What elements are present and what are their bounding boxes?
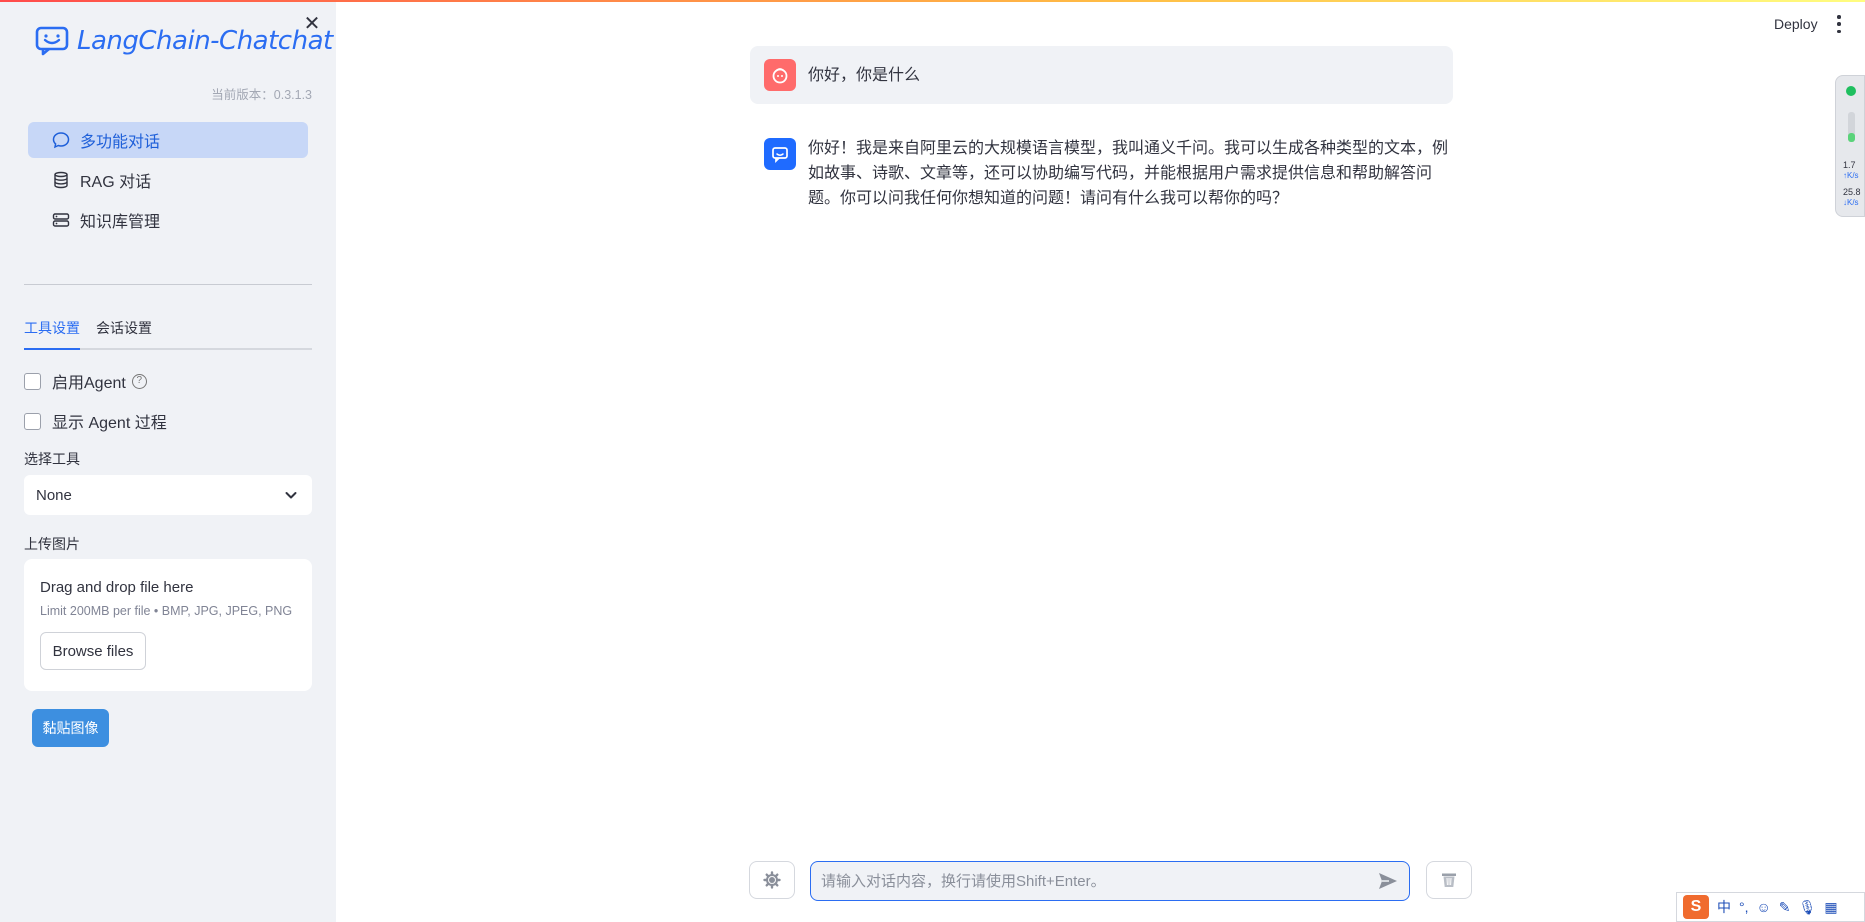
chat-settings-button[interactable] [749,861,795,899]
gear-icon [763,871,781,889]
sidebar-item-rag-chat[interactable]: RAG 对话 [28,162,308,198]
storage-icon [52,213,70,227]
app-logo: LangChain-Chatchat [35,26,333,56]
select-tool-label: 选择工具 [24,451,80,467]
microphone-icon[interactable]: 🎙 [1799,899,1817,916]
app-logo-text: LangChain-Chatchat [77,26,333,56]
assistant-avatar [764,138,796,170]
chat-input[interactable] [821,872,1377,890]
select-tool-value: None [36,486,72,504]
enable-agent-row[interactable]: 启用Agent ? [24,369,147,393]
ime-language-toggle[interactable]: 中 [1717,897,1731,917]
handwrite-icon[interactable]: ✎ [1779,899,1791,916]
select-tool-dropdown[interactable]: None [24,475,312,515]
show-agent-process-row[interactable]: 显示 Agent 过程 [24,409,167,433]
user-message: 你好，你是什么 [750,46,1453,104]
sidebar-divider [24,284,312,285]
upload-image-label: 上传图片 [24,536,80,552]
chat-bubble-icon [52,132,70,149]
download-speed-unit: ↓K/s [1843,198,1859,207]
sidebar-nav: 多功能对话 RAG 对话 知识库管理 [28,122,308,242]
clear-chat-button[interactable] [1426,861,1472,899]
sidebar-item-knowledge-base[interactable]: 知识库管理 [28,202,308,238]
sidebar-item-label: 知识库管理 [80,214,161,231]
main-menu-icon[interactable] [1836,15,1842,33]
version-label: 当前版本：0.3.1.3 [211,88,312,102]
bot-chat-icon [772,147,788,164]
user-message-text: 你好，你是什么 [808,66,921,84]
chat-logo-icon [35,26,69,56]
upload-speed-value: 1.7 [1843,160,1856,170]
show-agent-process-checkbox[interactable] [24,412,41,430]
usage-bar [1848,112,1855,142]
network-speed-widget: 1.7 ↑K/s 25.8 ↓K/s [1835,75,1865,217]
sidebar-item-label: 多功能对话 [80,134,161,151]
upload-speed-unit: ↑K/s [1843,171,1859,180]
top-decoration-bar [0,0,1865,2]
download-speed-value: 25.8 [1843,187,1861,197]
database-icon [54,171,68,189]
enable-agent-checkbox[interactable] [24,372,41,390]
user-face-icon [772,68,788,84]
status-dot [1846,86,1856,96]
show-agent-process-label: 显示 Agent 过程 [52,415,167,432]
tab-session-settings[interactable]: 会话设置 [96,316,152,350]
user-avatar [764,59,796,91]
emoji-icon[interactable]: ☺ [1757,899,1771,915]
sidebar-item-multi-chat[interactable]: 多功能对话 [28,122,308,158]
trash-icon [1442,873,1456,887]
ime-toolbar: S 中 °, ☺ ✎ 🎙 ▦ [1676,892,1865,922]
send-icon[interactable] [1377,870,1399,892]
deploy-button[interactable]: Deploy [1774,16,1818,32]
paste-image-button[interactable]: 黏贴图像 [32,709,109,747]
chat-input-box[interactable] [810,861,1410,901]
sidebar: ✕ LangChain-Chatchat 当前版本：0.3.1.3 多功能对话 [0,0,336,922]
assistant-message-text: 你好！我是来自阿里云的大规模语言模型，我叫通义千问。我可以生成各种类型的文本，例… [808,140,1449,207]
browse-files-button[interactable]: Browse files [40,632,146,670]
chevron-down-icon [285,492,297,499]
dropzone-title: Drag and drop file here [40,579,194,596]
file-dropzone[interactable]: Drag and drop file here Limit 200MB per … [24,559,312,691]
settings-tabs: 工具设置 会话设置 [24,316,312,350]
grid-menu-icon[interactable]: ▦ [1824,899,1837,916]
assistant-message: 你好！我是来自阿里云的大规模语言模型，我叫通义千问。我可以生成各种类型的文本，例… [750,136,1453,211]
tab-tool-settings[interactable]: 工具设置 [24,316,80,350]
sidebar-item-label: RAG 对话 [80,174,152,191]
help-icon[interactable]: ? [131,373,147,389]
ime-logo-icon[interactable]: S [1683,895,1709,919]
ime-punctuation-toggle[interactable]: °, [1739,899,1749,915]
enable-agent-label: 启用Agent [52,375,126,392]
dropzone-limit: Limit 200MB per file • BMP, JPG, JPEG, P… [40,604,293,618]
